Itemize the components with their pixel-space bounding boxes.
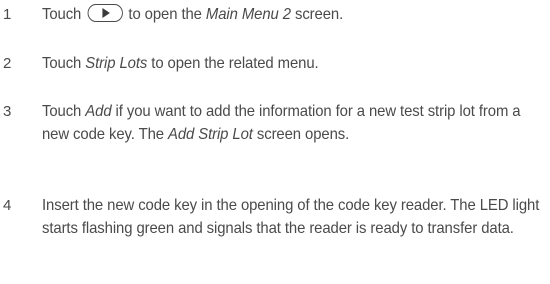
play-triangle-icon bbox=[102, 7, 110, 18]
instruction-steps: 1 Touch to open the Main Menu 2 screen. … bbox=[0, 0, 550, 284]
step-text: Touch Add if you want to add the informa… bbox=[42, 101, 547, 146]
step-text-part: Insert the new code key in the opening o… bbox=[42, 197, 540, 237]
step-text-part: screen opens. bbox=[256, 125, 350, 143]
step-number: 1 bbox=[3, 6, 12, 23]
menu-name: Main Menu 2 bbox=[205, 6, 291, 23]
step-text: Insert the new code key in the opening o… bbox=[42, 195, 547, 240]
step-text: Touch Strip Lots to open the related men… bbox=[42, 53, 547, 76]
screen-name: Add Strip Lot bbox=[168, 125, 253, 143]
step-number: 2 bbox=[3, 55, 12, 72]
step-text-part: screen. bbox=[294, 6, 344, 23]
menu-name: Add bbox=[85, 103, 112, 120]
forward-button-icon bbox=[87, 3, 123, 22]
step-text-part: to open the bbox=[128, 6, 202, 23]
step-text: Touch to open the Main Menu 2 screen. bbox=[42, 3, 547, 27]
step-text-part: Touch bbox=[42, 103, 82, 120]
step-text-part: Touch bbox=[42, 6, 82, 23]
menu-name: Strip Lots bbox=[85, 55, 148, 72]
step-number: 3 bbox=[3, 103, 12, 120]
step-text-part: to open the related menu. bbox=[151, 55, 319, 72]
step-text-part: Touch bbox=[42, 55, 82, 72]
step-number: 4 bbox=[3, 197, 12, 214]
